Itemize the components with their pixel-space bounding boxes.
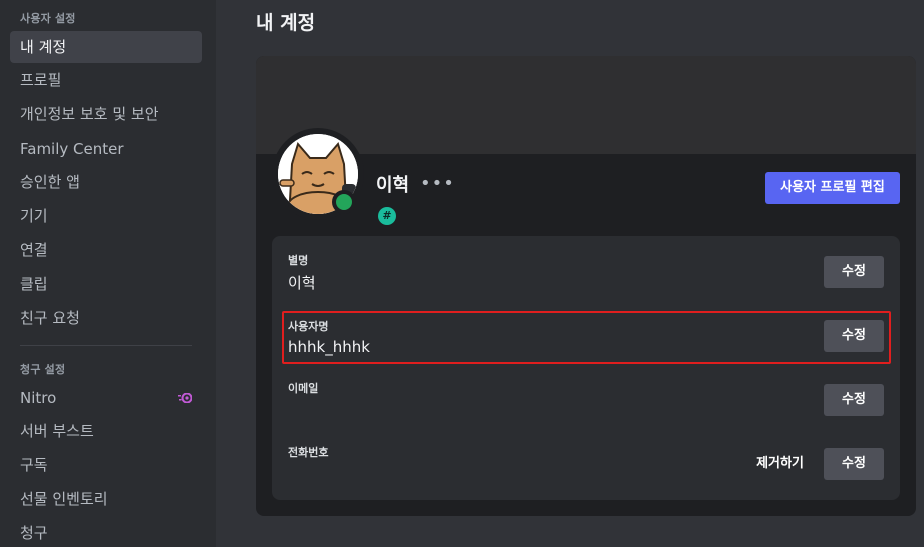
- page-title: 내 계정: [256, 12, 316, 34]
- sidebar-item-label: 연결: [20, 241, 48, 259]
- hashtag-badge-icon[interactable]: #: [378, 207, 396, 225]
- avatar[interactable]: [272, 128, 364, 220]
- sidebar-item-label: 내 계정: [20, 38, 67, 56]
- sidebar-item-label: Family Center: [20, 140, 124, 158]
- sidebar-item-label: 선물 인벤토리: [20, 490, 108, 508]
- sidebar-item-label: 기기: [20, 207, 48, 225]
- sidebar-item-family-center[interactable]: Family Center: [10, 133, 202, 165]
- edit-username-button[interactable]: 수정: [824, 320, 884, 352]
- sidebar-divider: [20, 345, 192, 346]
- account-info-panel: 별명 이혁 수정 사용자명 hhhk_hhhk 수정 이메일 수정 전화번호 제…: [272, 236, 900, 500]
- sidebar-item-label: 청구: [20, 524, 48, 542]
- sidebar-item-billing[interactable]: 청구: [10, 517, 202, 547]
- nitro-icon: [178, 393, 192, 403]
- section-title-user-settings: 사용자 설정: [20, 12, 76, 25]
- sidebar-item-clips[interactable]: 클립: [10, 268, 202, 300]
- field-value-nickname: 이혁: [288, 274, 316, 292]
- online-status-icon: [332, 190, 356, 214]
- sidebar-item-subscriptions[interactable]: 구독: [10, 449, 202, 481]
- sidebar-item-gift-inventory[interactable]: 선물 인벤토리: [10, 483, 202, 515]
- main-content: 내 계정 이혁 ••• # 사용자 프로필 편집 별명 이혁 수정 사용자명 h…: [216, 0, 924, 547]
- remove-phone-button[interactable]: 제거하기: [742, 448, 818, 480]
- sidebar-item-label: 구독: [20, 456, 48, 474]
- sidebar-item-nitro[interactable]: Nitro: [10, 382, 202, 414]
- field-label-username: 사용자명: [288, 320, 329, 333]
- sidebar-item-friend-requests[interactable]: 친구 요청: [10, 302, 202, 334]
- field-value-username: hhhk_hhhk: [288, 338, 370, 356]
- sidebar-item-server-boost[interactable]: 서버 부스트: [10, 415, 202, 447]
- settings-sidebar: 사용자 설정 내 계정 프로필 개인정보 보호 및 보안 Family Cent…: [0, 0, 216, 547]
- sidebar-item-label: 프로필: [20, 71, 62, 89]
- sidebar-item-label: 서버 부스트: [20, 422, 94, 440]
- sidebar-item-my-account[interactable]: 내 계정: [10, 31, 202, 63]
- profile-banner: [256, 56, 916, 154]
- sidebar-item-connections[interactable]: 연결: [10, 234, 202, 266]
- edit-user-profile-button[interactable]: 사용자 프로필 편집: [765, 172, 900, 204]
- sidebar-item-label: 개인정보 보호 및 보안: [20, 105, 159, 123]
- field-label-email: 이메일: [288, 382, 319, 395]
- more-options-icon[interactable]: •••: [420, 173, 455, 194]
- sidebar-item-label: 클립: [20, 275, 48, 293]
- sidebar-item-label: Nitro: [20, 389, 57, 407]
- edit-nickname-button[interactable]: 수정: [824, 256, 884, 288]
- section-title-billing-settings: 청구 설정: [20, 363, 66, 376]
- account-card: 이혁 ••• # 사용자 프로필 편집 별명 이혁 수정 사용자명 hhhk_h…: [256, 56, 916, 516]
- sidebar-item-profile[interactable]: 프로필: [10, 64, 202, 96]
- field-label-phone: 전화번호: [288, 446, 329, 459]
- profile-display-name: 이혁: [376, 175, 410, 196]
- field-label-nickname: 별명: [288, 254, 309, 267]
- sidebar-item-devices[interactable]: 기기: [10, 200, 202, 232]
- username-highlight-box: [282, 311, 891, 364]
- sidebar-item-authorized-apps[interactable]: 승인한 앱: [10, 166, 202, 198]
- sidebar-item-label: 승인한 앱: [20, 173, 80, 191]
- edit-phone-button[interactable]: 수정: [824, 448, 884, 480]
- sidebar-item-privacy-safety[interactable]: 개인정보 보호 및 보안: [10, 98, 202, 130]
- edit-email-button[interactable]: 수정: [824, 384, 884, 416]
- sidebar-item-label: 친구 요청: [20, 309, 80, 327]
